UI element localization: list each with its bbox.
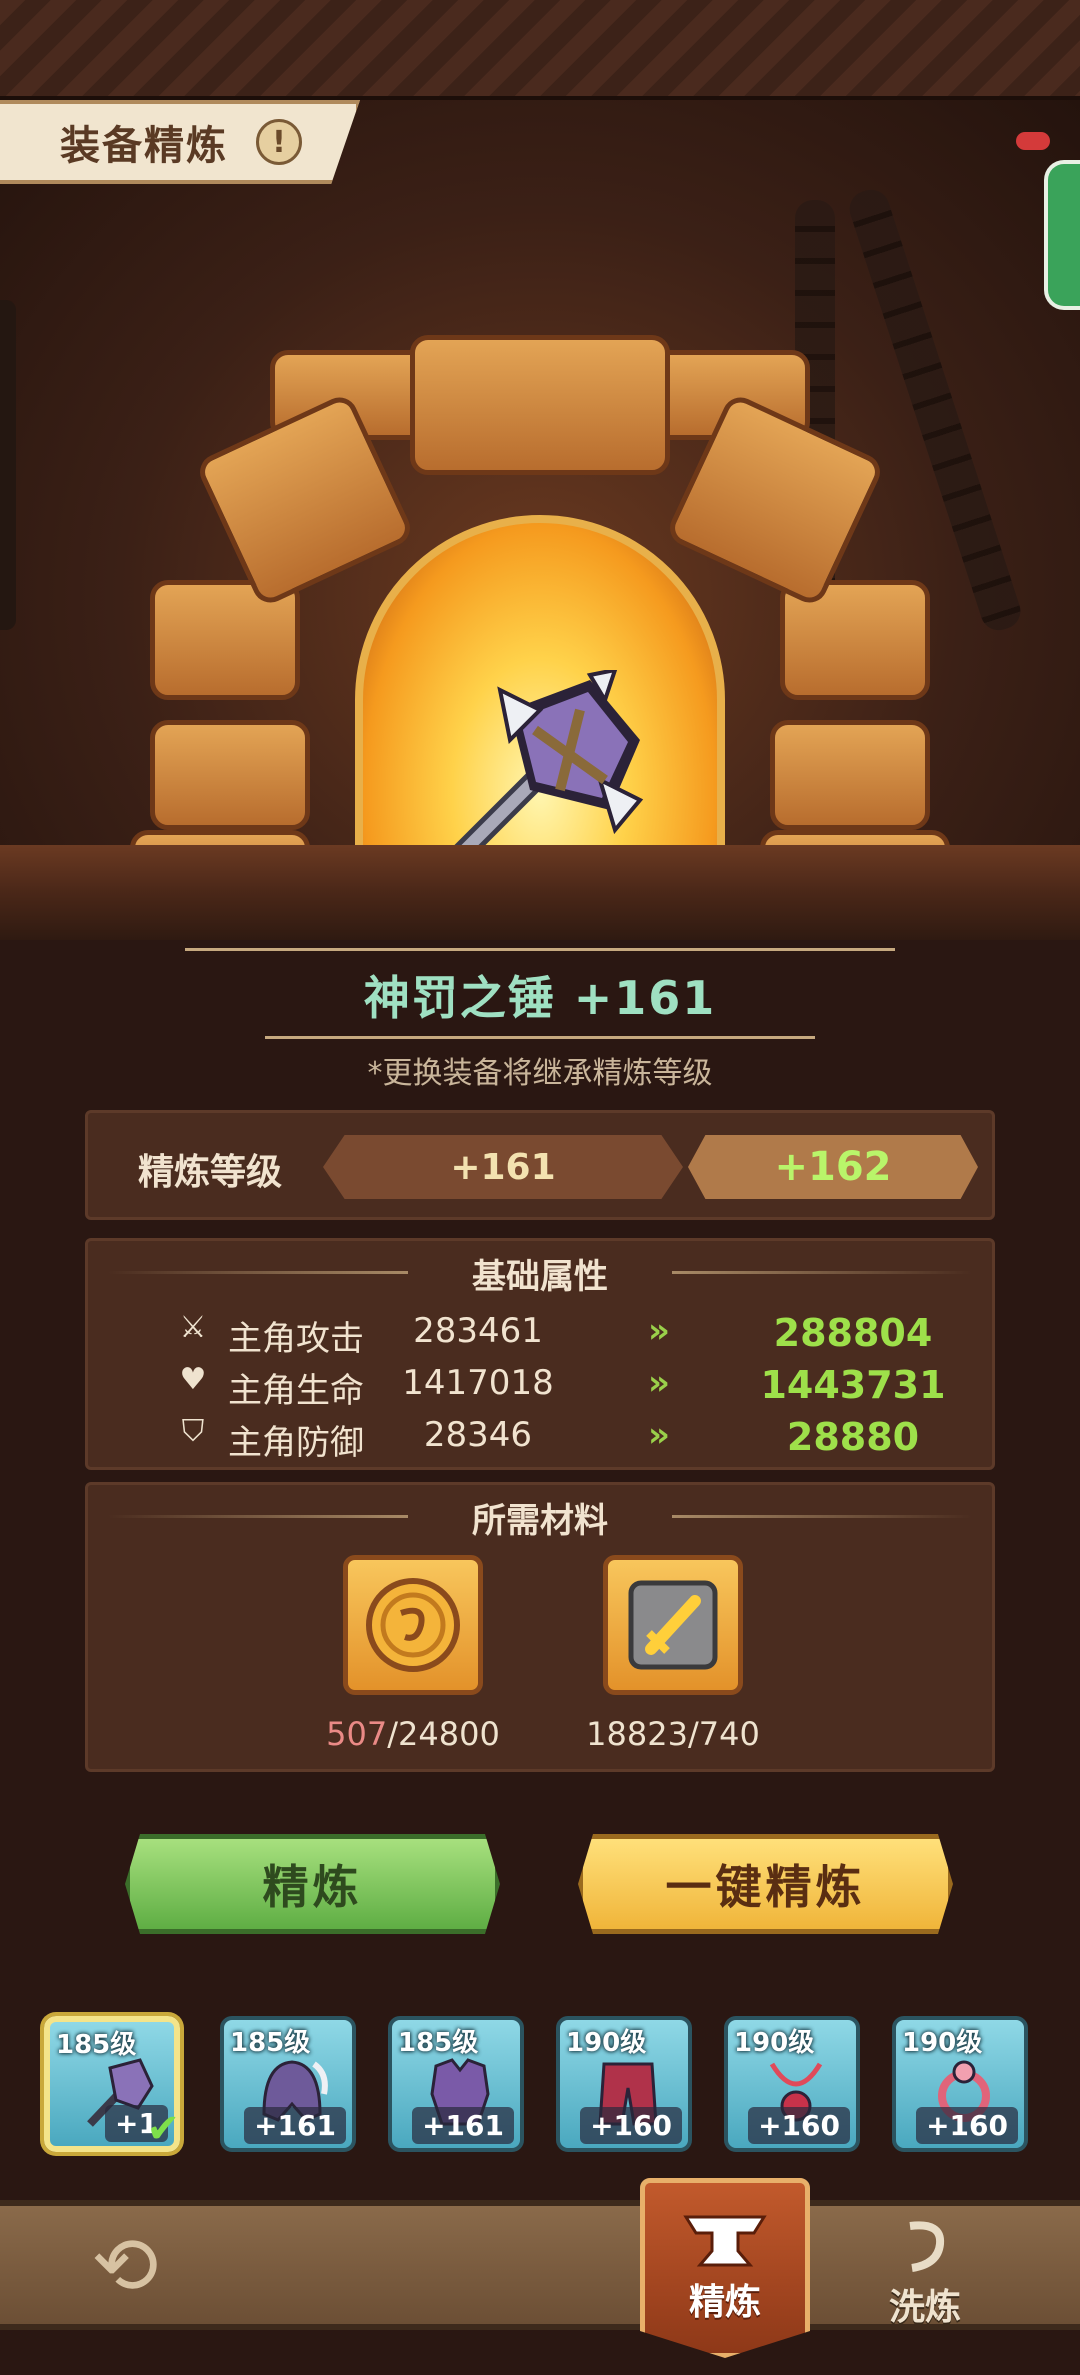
equipment-slot[interactable]: 185级 +1 ✔ bbox=[44, 2016, 180, 2152]
nav-wash-tab[interactable]: 洗炼 bbox=[870, 2210, 980, 2330]
equipment-slot[interactable]: 190级 +160 bbox=[556, 2016, 692, 2152]
base-stats-title: 基础属性 bbox=[472, 1257, 608, 1297]
gold-coin-slot[interactable] bbox=[343, 1555, 483, 1695]
page-title-tab: 装备精炼 ! bbox=[0, 100, 360, 184]
info-icon[interactable]: ! bbox=[256, 119, 302, 165]
stat-next: 288804 bbox=[773, 1311, 933, 1355]
sword-icon: ⚔ bbox=[179, 1310, 207, 1345]
equipment-name: 神罚之锤 +161 bbox=[363, 971, 717, 1025]
divider bbox=[185, 948, 895, 951]
double-arrow-icon: » bbox=[648, 1363, 670, 1403]
base-stats-panel: 基础属性 ⚔ 主角攻击 283461 » 288804 ♥ 主角生命 14170… bbox=[85, 1238, 995, 1470]
double-arrow-icon: » bbox=[648, 1311, 670, 1351]
refine-level-label: 精炼等级 bbox=[138, 1152, 283, 1193]
gold-coin-count: 507/24800 bbox=[303, 1715, 523, 1753]
slot-plus: +160 bbox=[916, 2107, 1018, 2144]
materials-title: 所需材料 bbox=[472, 1501, 608, 1541]
material-have: 507 bbox=[326, 1715, 388, 1753]
refine-stone-count: 18823/740 bbox=[563, 1715, 783, 1753]
stat-name: 主角生命 bbox=[228, 1371, 364, 1411]
next-level: +162 bbox=[688, 1135, 978, 1199]
stat-row-defense: ⛉ 主角防御 28346 » 28880 bbox=[88, 1411, 992, 1464]
stat-current: 283461 bbox=[413, 1311, 543, 1351]
double-arrow-icon: » bbox=[648, 1415, 670, 1455]
material-need: /24800 bbox=[387, 1715, 500, 1753]
shield-icon: ⛉ bbox=[181, 1414, 205, 1449]
stat-current: 28346 bbox=[423, 1415, 533, 1455]
stat-name: 主角防御 bbox=[228, 1423, 364, 1463]
inherit-hint: *更换装备将继承精炼等级 bbox=[367, 1056, 713, 1091]
material-have: 18823 bbox=[586, 1715, 688, 1753]
nav-wash-label: 洗炼 bbox=[888, 2287, 961, 2328]
material-need: /740 bbox=[687, 1715, 760, 1753]
equipment-slot[interactable]: 185级 +161 bbox=[220, 2016, 356, 2152]
wash-icon bbox=[909, 2221, 945, 2272]
stat-next: 1443731 bbox=[760, 1363, 946, 1407]
forge-hearth bbox=[0, 845, 1080, 940]
divider bbox=[265, 1036, 815, 1039]
slot-plus: +161 bbox=[244, 2107, 346, 2144]
anvil-icon bbox=[683, 2215, 767, 2267]
page-title: 装备精炼 bbox=[60, 123, 228, 169]
refine-stone-slot[interactable] bbox=[603, 1555, 743, 1695]
switch-back-icon[interactable]: ⟲ bbox=[60, 2210, 190, 2320]
top-pattern-band bbox=[0, 0, 1080, 100]
refine-button[interactable]: 精炼 bbox=[125, 1834, 500, 1934]
current-level: +161 bbox=[323, 1135, 683, 1199]
nav-refine-label: 精炼 bbox=[688, 2282, 761, 2323]
slot-plus: +160 bbox=[580, 2107, 682, 2144]
refine-level-panel: 精炼等级 +161 +162 bbox=[85, 1110, 995, 1220]
slot-plus: +160 bbox=[748, 2107, 850, 2144]
one-click-refine-button[interactable]: 一键精炼 bbox=[578, 1834, 953, 1934]
side-chat-widget[interactable] bbox=[1044, 160, 1080, 310]
materials-panel: 所需材料 507/24800 18823/740 bbox=[85, 1482, 995, 1772]
stat-row-hp: ♥ 主角生命 1417018 » 1443731 bbox=[88, 1359, 992, 1412]
gold-coin-icon bbox=[366, 1578, 460, 1672]
punishment-hammer-icon bbox=[449, 670, 644, 866]
slot-plus: +161 bbox=[412, 2107, 514, 2144]
stat-current: 1417018 bbox=[402, 1363, 554, 1403]
equipment-slot[interactable]: 190级 +160 bbox=[724, 2016, 860, 2152]
equipment-slot[interactable]: 190级 +160 bbox=[892, 2016, 1028, 2152]
check-icon: ✔ bbox=[146, 2106, 180, 2152]
equipment-slot[interactable]: 185级 +161 bbox=[388, 2016, 524, 2152]
nav-refine-tab[interactable]: 精炼 bbox=[640, 2178, 810, 2358]
left-edge-handle[interactable] bbox=[0, 300, 16, 630]
refine-stone-icon bbox=[628, 1580, 718, 1670]
heart-icon: ♥ bbox=[179, 1362, 207, 1397]
stat-name: 主角攻击 bbox=[228, 1319, 364, 1359]
stat-row-attack: ⚔ 主角攻击 283461 » 288804 bbox=[88, 1307, 992, 1360]
recording-indicator bbox=[1016, 132, 1050, 150]
stat-next: 28880 bbox=[786, 1415, 920, 1459]
